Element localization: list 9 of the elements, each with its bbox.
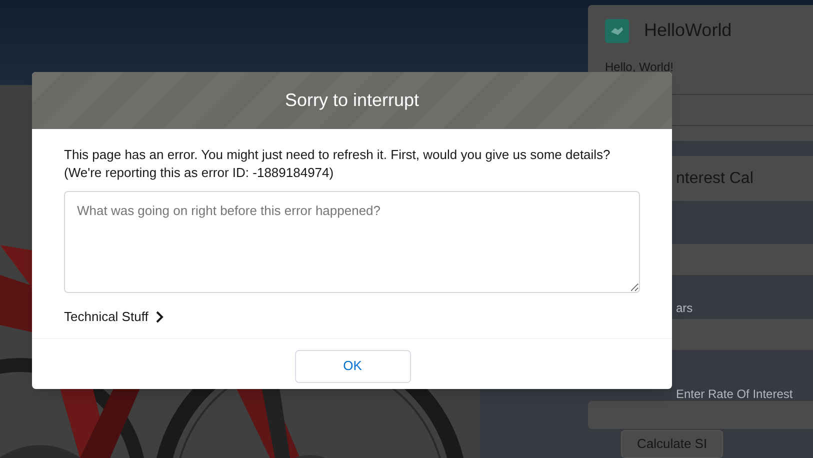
details-field[interactable]: What was going on right before this error happened? xyxy=(64,191,640,293)
field-label: Enter Rate Of Interest xyxy=(675,386,794,401)
input-field[interactable] xyxy=(588,401,813,429)
dialog-title: Sorry to interrupt xyxy=(284,89,420,112)
field-label: ars xyxy=(675,300,694,317)
error-message: This page has an error. You might just need to refresh it. First, would you give us some details? xyxy=(64,146,612,164)
error-id-text: (We're reporting this as error ID: -1889184974) xyxy=(64,164,335,182)
technical-stuff-toggle[interactable]: Technical Stuff xyxy=(64,307,164,326)
ok-button[interactable]: OK xyxy=(294,350,410,382)
